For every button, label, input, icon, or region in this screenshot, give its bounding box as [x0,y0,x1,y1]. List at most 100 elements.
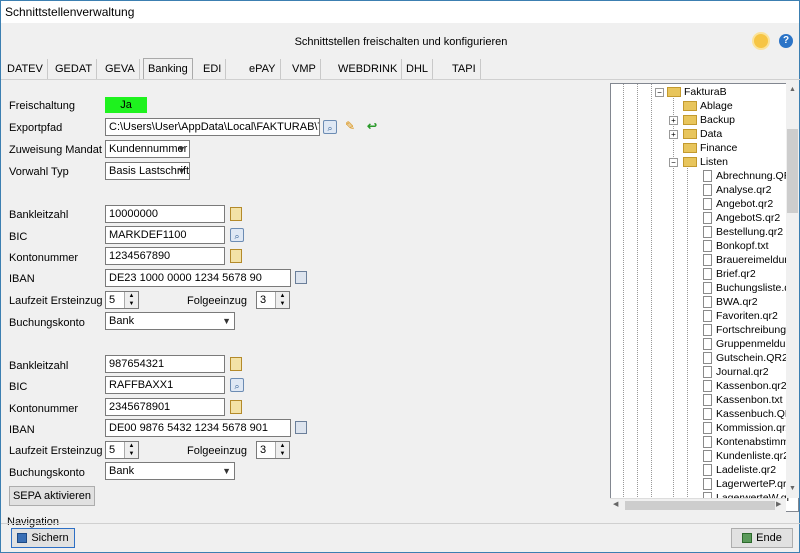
browse-search-icon[interactable]: ⌕ [323,120,337,134]
tree-file[interactable]: Kundenliste.qr2 [703,450,789,464]
tab-epay[interactable]: ePAY [245,59,281,79]
tab-tapi[interactable]: TAPI [448,59,481,79]
bank1-iban-input[interactable]: DE23 1000 0000 1234 5678 90 [105,269,291,287]
file-tree[interactable]: − FakturaB Ablage + Backup + Data Financ… [610,83,799,512]
edit-pencil-icon[interactable]: ✎ [343,119,357,133]
file-icon [703,338,712,351]
tree-file[interactable]: LagerwerteP.qr2 [703,478,792,492]
tree-file[interactable]: Angebot.qr2 [703,198,773,212]
spinner-arrows-icon[interactable]: ▲ ▼ [124,292,138,308]
chevron-down-icon: ▼ [177,166,186,176]
exportpfad-input[interactable]: C:\Users\User\AppData\Local\FAKTURAB\Tem… [105,118,320,136]
tree-folder[interactable]: Finance [683,142,737,156]
bank-lookup-book-icon[interactable] [230,207,242,221]
tree-file[interactable]: Gruppenmeldung [703,338,797,352]
tree-file[interactable]: Bestellung.qr2 [703,226,783,240]
expand-icon[interactable]: + [669,116,678,125]
scroll-up-icon[interactable]: ▲ [789,86,796,93]
tree-folder[interactable]: Listen [683,156,728,170]
tree-file[interactable]: Gutschein.QR2 [703,352,788,366]
iban-calculator-icon[interactable] [295,421,307,434]
bank1-bic-input[interactable]: MARKDEF1100 [105,226,225,244]
bank1-blz-input[interactable]: 10000000 [105,205,225,223]
bank1-buchung-select[interactable]: Bank ▼ [105,312,235,330]
tree-file[interactable]: BWA.qr2 [703,296,758,310]
tree-horizontal-scroll-thumb[interactable] [625,501,775,510]
bank2-buchung-label: Buchungskonto [9,467,85,479]
tree-file[interactable]: Journal.qr2 [703,366,769,380]
tab-edi[interactable]: EDI [199,59,227,79]
tree-file[interactable]: Abrechnung.QR [703,170,791,184]
file-icon [703,268,712,281]
undo-arrow-icon[interactable]: ↩ [365,119,379,133]
tree-folder[interactable]: Data [683,128,722,142]
file-icon [703,450,712,463]
tab-dhl[interactable]: DHL [402,59,434,79]
help-icon[interactable]: ? [779,34,793,48]
file-icon [703,478,712,491]
scroll-left-icon[interactable]: ◀ [613,500,618,508]
tree-file[interactable]: Kassenbon.qr2 [703,380,787,394]
sepa-activate-button[interactable]: SEPA aktivieren [9,486,95,506]
expand-icon[interactable]: + [669,130,678,139]
bank2-blz-input[interactable]: 987654321 [105,355,225,373]
bic-search-icon[interactable]: ⌕ [230,228,244,242]
tab-geva[interactable]: GEVA [101,59,140,79]
bank2-folge-spinner[interactable]: 3 ▲ ▼ [256,441,290,459]
tree-file[interactable]: Kommission.qr2 [703,422,791,436]
bank2-iban-input[interactable]: DE00 9876 5432 1234 5678 901 [105,419,291,437]
tree-file[interactable]: AngebotS.qr2 [703,212,780,226]
save-button[interactable]: Sichern [11,528,75,548]
tree-folder[interactable]: Backup [683,114,735,128]
bank1-konto-label: Kontonummer [9,252,79,264]
spinner-arrows-icon[interactable]: ▲ ▼ [275,442,289,458]
tree-file[interactable]: Favoriten.qr2 [703,310,778,324]
theme-sun-icon[interactable] [754,34,768,48]
tree-file[interactable]: Brief.qr2 [703,268,756,282]
bank2-buchung-select[interactable]: Bank ▼ [105,462,235,480]
tree-file[interactable]: Buchungsliste.qr [703,282,794,296]
tree-file[interactable]: Brauereimeldung [703,254,796,268]
spinner-arrows-icon[interactable]: ▲ ▼ [275,292,289,308]
bank1-laufzeit-spinner[interactable]: 5 ▲ ▼ [105,291,139,309]
konto-book-icon[interactable] [230,249,242,263]
collapse-icon[interactable]: − [669,158,678,167]
tree-root[interactable]: FakturaB [667,86,727,100]
bank2-bic-input[interactable]: RAFFBAXX1 [105,376,225,394]
bank2-konto-input[interactable]: 2345678901 [105,398,225,416]
bank1-konto-input[interactable]: 1234567890 [105,247,225,265]
tab-webdrink[interactable]: WEBDRINK [334,59,403,79]
tree-file[interactable]: Kontenabstimmu [703,436,795,450]
file-icon [703,464,712,477]
tab-banking[interactable]: Banking [143,58,193,80]
spinner-arrows-icon[interactable]: ▲ ▼ [124,442,138,458]
tree-folder[interactable]: Ablage [683,100,733,114]
tree-file[interactable]: Ladeliste.qr2 [703,464,776,478]
tab-datev[interactable]: DATEV [3,59,48,79]
scroll-right-icon[interactable]: ▶ [776,500,781,508]
tab-vmp[interactable]: VMP [288,59,321,79]
bic-search-icon[interactable]: ⌕ [230,378,244,392]
scroll-down-icon[interactable]: ▼ [789,485,796,492]
bank2-laufzeit-spinner[interactable]: 5 ▲ ▼ [105,441,139,459]
end-button[interactable]: Ende [731,528,793,548]
freischaltung-toggle[interactable]: Ja [105,97,147,113]
tree-vertical-scroll-thumb[interactable] [787,129,798,213]
tab-gedat[interactable]: GEDAT [51,59,98,79]
konto-book-icon[interactable] [230,400,242,414]
vorwahl-select[interactable]: Basis Lastschrift ▼ [105,162,190,180]
tree-file[interactable]: Analyse.qr2 [703,184,771,198]
zuweisung-select[interactable]: Kundennummer ▼ [105,140,190,158]
tree-file[interactable]: Fortschreibung.c [703,324,794,338]
iban-calculator-icon[interactable] [295,271,307,284]
folder-icon [683,115,697,126]
bank1-laufzeit-value: 5 [109,294,116,306]
bank1-folge-spinner[interactable]: 3 ▲ ▼ [256,291,290,309]
tree-file[interactable]: Bonkopf.txt [703,240,769,254]
bank-lookup-book-icon[interactable] [230,357,242,371]
bank2-konto-label: Kontonummer [9,403,79,415]
tree-file[interactable]: Kassenbuch.QR [703,408,792,422]
tree-file[interactable]: Kassenbon.txt [703,394,783,408]
collapse-icon[interactable]: − [655,88,664,97]
bank2-iban-label: IBAN [9,424,35,436]
